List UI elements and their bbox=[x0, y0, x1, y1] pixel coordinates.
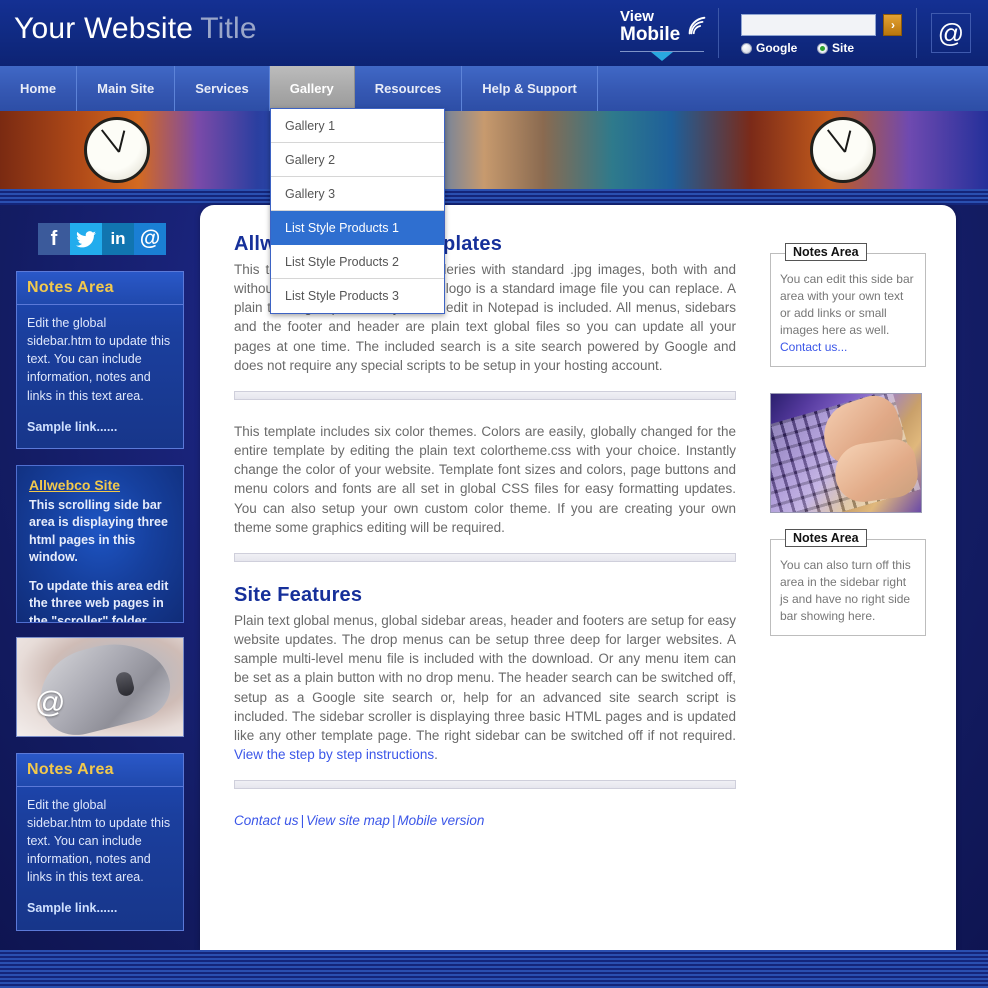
notes-text: Edit the global sidebar.htm to update th… bbox=[27, 316, 171, 403]
notes-area-bottom: Notes Area Edit the global sidebar.htm t… bbox=[16, 752, 184, 931]
nav-item-resources[interactable]: Resources bbox=[355, 66, 463, 111]
features-text: Plain text global menus, global sidebar … bbox=[234, 612, 736, 743]
notes-title: Notes Area bbox=[17, 272, 183, 305]
step-by-step-instructions-link[interactable]: View the step by step instructions bbox=[234, 747, 434, 762]
nav-item-home[interactable]: Home bbox=[0, 66, 78, 111]
content-footer-links: Contact us | View site map | Mobile version bbox=[234, 813, 936, 828]
notes-legend: Notes Area bbox=[785, 529, 867, 548]
computer-mouse-image: @ bbox=[16, 636, 184, 737]
header-search: › bbox=[741, 14, 903, 36]
dropdown-item-list-style-products-3[interactable]: List Style Products 3 bbox=[271, 279, 444, 313]
radio-google[interactable] bbox=[741, 43, 752, 54]
site-features-paragraph: Plain text global menus, global sidebar … bbox=[234, 611, 736, 764]
themes-paragraph: This template includes six color themes.… bbox=[234, 423, 736, 535]
main-navigation: Home Main Site Services Gallery Resource… bbox=[0, 66, 988, 111]
at-overlay-icon: @ bbox=[35, 685, 66, 719]
footer-separator: | bbox=[300, 813, 305, 829]
notes-text: Edit the global sidebar.htm to update th… bbox=[27, 797, 171, 885]
footer-link-contact-us[interactable]: Contact us bbox=[234, 813, 299, 828]
right-notes-top: Notes Area You can edit this side bar ar… bbox=[770, 243, 926, 368]
email-at-icon[interactable]: @ bbox=[931, 13, 971, 53]
header-banner-images bbox=[0, 111, 988, 189]
logo-bold-text: Your Website bbox=[14, 12, 194, 45]
features-text-end: . bbox=[434, 746, 438, 762]
notes-sample-link[interactable]: Sample link...... bbox=[27, 899, 173, 917]
search-input[interactable] bbox=[741, 14, 876, 36]
clock-graphic bbox=[84, 117, 150, 183]
notes-legend: Notes Area bbox=[785, 243, 867, 261]
notes-text: You can also turn off this area in the s… bbox=[780, 558, 911, 624]
site-logo[interactable]: Your Website Title bbox=[14, 12, 257, 46]
header-divider-right bbox=[916, 8, 917, 58]
footer-link-site-map[interactable]: View site map bbox=[306, 813, 390, 828]
nav-label: Home bbox=[20, 81, 57, 96]
logo-light-text: Title bbox=[200, 12, 257, 45]
notes-sample-link[interactable]: Sample link...... bbox=[27, 418, 173, 436]
nav-item-help-support[interactable]: Help & Support bbox=[462, 66, 598, 111]
notes-body-text: You can edit this side bar area with you… bbox=[780, 272, 914, 338]
radio-site-label: Site bbox=[832, 41, 855, 55]
nav-label: Main Site bbox=[97, 81, 155, 96]
notes-title: Notes Area bbox=[17, 753, 183, 787]
dropdown-item-gallery-3[interactable]: Gallery 3 bbox=[271, 177, 444, 211]
nav-item-main-site[interactable]: Main Site bbox=[77, 66, 176, 111]
triangle-down-icon bbox=[651, 52, 673, 61]
search-scope-radios: Google Site bbox=[741, 41, 854, 55]
twitter-icon[interactable] bbox=[70, 223, 102, 255]
sidebar-scroller: Allwebco Site This scrolling side bar ar… bbox=[16, 464, 184, 623]
allwebco-site-link[interactable]: Allwebco Site bbox=[29, 476, 171, 495]
scroller-para1: This scrolling side bar area is displayi… bbox=[29, 498, 168, 564]
main-content-panel: Allwebco Design Templates This template … bbox=[200, 205, 956, 950]
content-divider bbox=[234, 780, 736, 790]
scroller-para2: To update this area edit the three web p… bbox=[29, 579, 169, 623]
keyboard-typing-image bbox=[770, 393, 922, 514]
notes-body: Edit the global sidebar.htm to update th… bbox=[17, 305, 183, 448]
nav-label: Gallery bbox=[289, 81, 334, 96]
dropdown-item-list-style-products-2[interactable]: List Style Products 2 bbox=[271, 245, 444, 279]
banner-stripe-divider bbox=[0, 189, 988, 205]
wifi-icon bbox=[688, 16, 706, 35]
right-notes-bottom: Notes Area You can also turn off this ar… bbox=[770, 529, 926, 637]
notes-body: Edit the global sidebar.htm to update th… bbox=[17, 787, 183, 930]
radio-site[interactable] bbox=[817, 43, 829, 54]
social-icons: f in @ bbox=[38, 223, 200, 255]
header-divider-left bbox=[718, 8, 719, 58]
content-divider bbox=[234, 552, 736, 562]
right-sidebar: Notes Area You can edit this side bar ar… bbox=[770, 243, 926, 662]
nav-label: Resources bbox=[374, 81, 442, 96]
dropdown-item-list-style-products-1[interactable]: List Style Products 1 bbox=[271, 211, 444, 245]
radio-google-label: Google bbox=[756, 41, 798, 55]
contact-us-link[interactable]: Contact us... bbox=[780, 339, 916, 356]
nav-label: Services bbox=[195, 81, 249, 96]
nav-item-gallery[interactable]: Gallery bbox=[269, 66, 355, 111]
nav-item-services[interactable]: Services bbox=[175, 66, 270, 111]
content-divider bbox=[234, 390, 736, 400]
view-mobile-link[interactable]: View Mobile bbox=[620, 9, 706, 61]
footer-link-mobile-version[interactable]: Mobile version bbox=[397, 813, 484, 828]
linkedin-icon[interactable]: in bbox=[102, 223, 134, 255]
email-icon[interactable]: @ bbox=[134, 223, 166, 255]
dropdown-item-gallery-2[interactable]: Gallery 2 bbox=[271, 143, 444, 177]
gallery-dropdown-menu: Gallery 1 Gallery 2 Gallery 3 List Style… bbox=[270, 108, 445, 314]
search-go-button[interactable]: › bbox=[883, 14, 903, 36]
notes-text: You can edit this side bar area with you… bbox=[780, 271, 916, 356]
nav-label: Help & Support bbox=[482, 81, 577, 96]
footer-stripe-band bbox=[0, 950, 988, 988]
left-sidebar: f in @ Notes Area Edit the global sideba… bbox=[0, 205, 200, 931]
site-header: Your Website Title View Mobile › Google S… bbox=[0, 0, 988, 66]
facebook-icon[interactable]: f bbox=[38, 223, 70, 255]
clock-graphic bbox=[810, 117, 876, 183]
dropdown-item-gallery-1[interactable]: Gallery 1 bbox=[271, 109, 444, 143]
notes-area-top: Notes Area Edit the global sidebar.htm t… bbox=[16, 271, 184, 449]
